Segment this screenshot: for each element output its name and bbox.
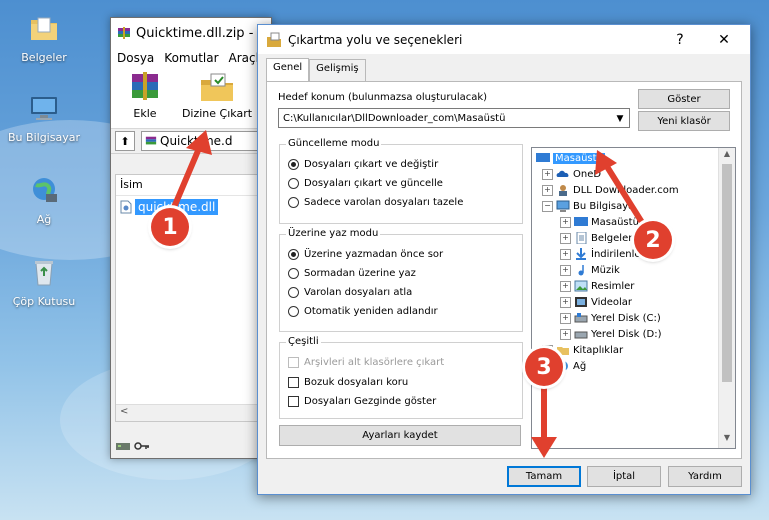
annotation-arrowhead-1: [186, 130, 212, 155]
step-callout-1: 1: [151, 208, 189, 246]
step-callout-2: 2: [634, 221, 672, 259]
annotation-arrowhead-2: [595, 150, 617, 175]
annotation-arrow-1: [169, 143, 203, 215]
annotation-arrows: [169, 130, 651, 458]
annotation-arrowhead-3: [531, 437, 557, 458]
desktop: Belgeler Bu Bilgisayar Ağ Çöp Kutusu Qui…: [0, 0, 769, 520]
step-callout-3: 3: [525, 348, 563, 386]
annotation-arrow-2: [603, 162, 651, 235]
